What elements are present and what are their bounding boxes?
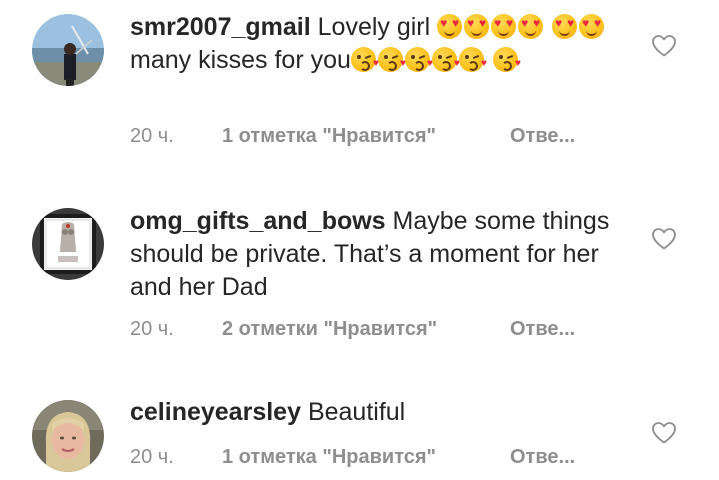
reply-button[interactable]: Отве... xyxy=(510,318,575,341)
avatar[interactable] xyxy=(32,208,104,280)
kissing-face-emoji: ♥ xyxy=(377,47,406,72)
reply-button[interactable]: Отве... xyxy=(510,446,575,469)
heart-eyes-emoji xyxy=(552,14,578,39)
kissing-face-emoji: ♥ xyxy=(404,47,433,72)
heart-eyes-emoji xyxy=(579,14,605,39)
like-count[interactable]: 2 отметки "Нравится" xyxy=(222,318,437,341)
comment-username[interactable]: omg_gifts_and_bows xyxy=(130,207,386,235)
comment-body: many kisses for you xyxy=(130,46,351,74)
heart-eyes-emoji xyxy=(491,14,517,39)
heart-eyes-emoji xyxy=(518,14,544,39)
comment-item: omg_gifts_and_bows Maybe some things sho… xyxy=(0,175,719,385)
comment-body: Beautiful xyxy=(307,398,406,426)
avatar[interactable] xyxy=(32,400,104,472)
comment-body: Lovely girl xyxy=(317,13,431,41)
kissing-face-emoji: ♥ xyxy=(431,47,460,72)
reply-button[interactable]: Отве... xyxy=(510,125,575,148)
kissing-face-emoji: ♥ xyxy=(492,47,521,72)
comment-time: 20 ч. xyxy=(130,318,174,340)
heart-outline-icon[interactable] xyxy=(651,34,677,58)
comment-time: 20 ч. xyxy=(130,446,174,468)
comment-text: celineyearsley Beautiful xyxy=(130,396,630,429)
heart-eyes-emoji xyxy=(464,14,490,39)
like-count[interactable]: 1 отметка "Нравится" xyxy=(222,125,436,148)
heart-outline-icon[interactable] xyxy=(651,227,677,251)
avatar[interactable] xyxy=(32,14,104,86)
kissing-face-emoji: ♥ xyxy=(458,47,487,72)
comment-text: omg_gifts_and_bows Maybe some things sho… xyxy=(130,205,630,304)
heart-eyes-emoji xyxy=(437,14,463,39)
comment-time: 20 ч. xyxy=(130,125,174,147)
heart-outline-icon[interactable] xyxy=(651,421,677,445)
comment-username[interactable]: smr2007_gmail xyxy=(130,13,311,41)
comment-item: celineyearsley Beautiful 20 ч. 1 отметка… xyxy=(0,385,719,480)
like-count[interactable]: 1 отметка "Нравится" xyxy=(222,446,436,469)
comment-item: smr2007_gmail Lovely girl many kisses fo… xyxy=(0,0,719,175)
comment-username[interactable]: celineyearsley xyxy=(130,398,301,426)
comment-text: smr2007_gmail Lovely girl many kisses fo… xyxy=(130,11,630,77)
kissing-face-emoji: ♥ xyxy=(350,47,379,72)
